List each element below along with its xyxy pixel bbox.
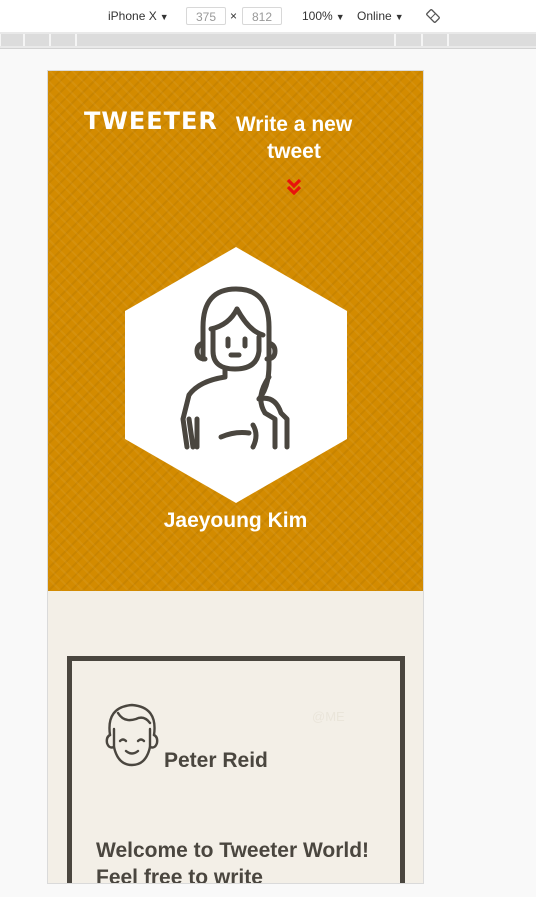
profile-header: TWEETER Write a new tweet Jaeyoung Kim: [48, 71, 423, 591]
chevron-down-icon: ▼: [394, 12, 404, 22]
chevron-down-icon: ▼: [335, 12, 345, 22]
profile-avatar: [125, 247, 347, 503]
author-handle: @ME: [312, 709, 345, 724]
media-query-segment[interactable]: [422, 34, 448, 46]
media-query-segment[interactable]: [0, 34, 24, 46]
media-query-segment[interactable]: [50, 34, 76, 46]
dimension-separator: ×: [230, 9, 238, 23]
network-throttle-select[interactable]: Online ▼: [357, 9, 404, 23]
zoom-select[interactable]: 100% ▼: [302, 9, 345, 23]
width-input[interactable]: 375: [186, 7, 226, 25]
media-query-segment[interactable]: [24, 34, 50, 46]
tweet-card: @ME Peter Reid Welcome to Tweeter World!…: [67, 656, 405, 884]
chevron-down-icon: ▼: [159, 12, 169, 22]
brand-logo[interactable]: TWEETER: [84, 107, 218, 135]
boy-avatar-icon: [105, 703, 159, 767]
network-label: Online: [357, 9, 392, 23]
author-name: Peter Reid: [164, 749, 268, 772]
media-query-segment[interactable]: [448, 34, 536, 46]
tweet-text: Welcome to Tweeter World! Feel free to w…: [96, 839, 370, 884]
rotate-icon[interactable]: [426, 9, 440, 23]
zoom-label: 100%: [302, 9, 333, 23]
profile-name: Jaeyoung Kim: [163, 509, 308, 532]
media-query-bar: [0, 32, 536, 49]
media-query-segment[interactable]: [76, 34, 395, 46]
device-toolbar: iPhone X ▼ 375 × 812 100% ▼ Online ▼: [0, 0, 536, 33]
device-viewport: TWEETER Write a new tweet Jaeyoung Kim @…: [47, 70, 424, 884]
media-query-segment[interactable]: [395, 34, 422, 46]
height-input[interactable]: 812: [242, 7, 282, 25]
device-select-label: iPhone X: [108, 9, 157, 23]
device-select[interactable]: iPhone X ▼: [108, 9, 169, 23]
double-chevron-down-icon[interactable]: [285, 177, 303, 197]
write-new-tweet-link[interactable]: Write a new tweet: [220, 111, 368, 165]
